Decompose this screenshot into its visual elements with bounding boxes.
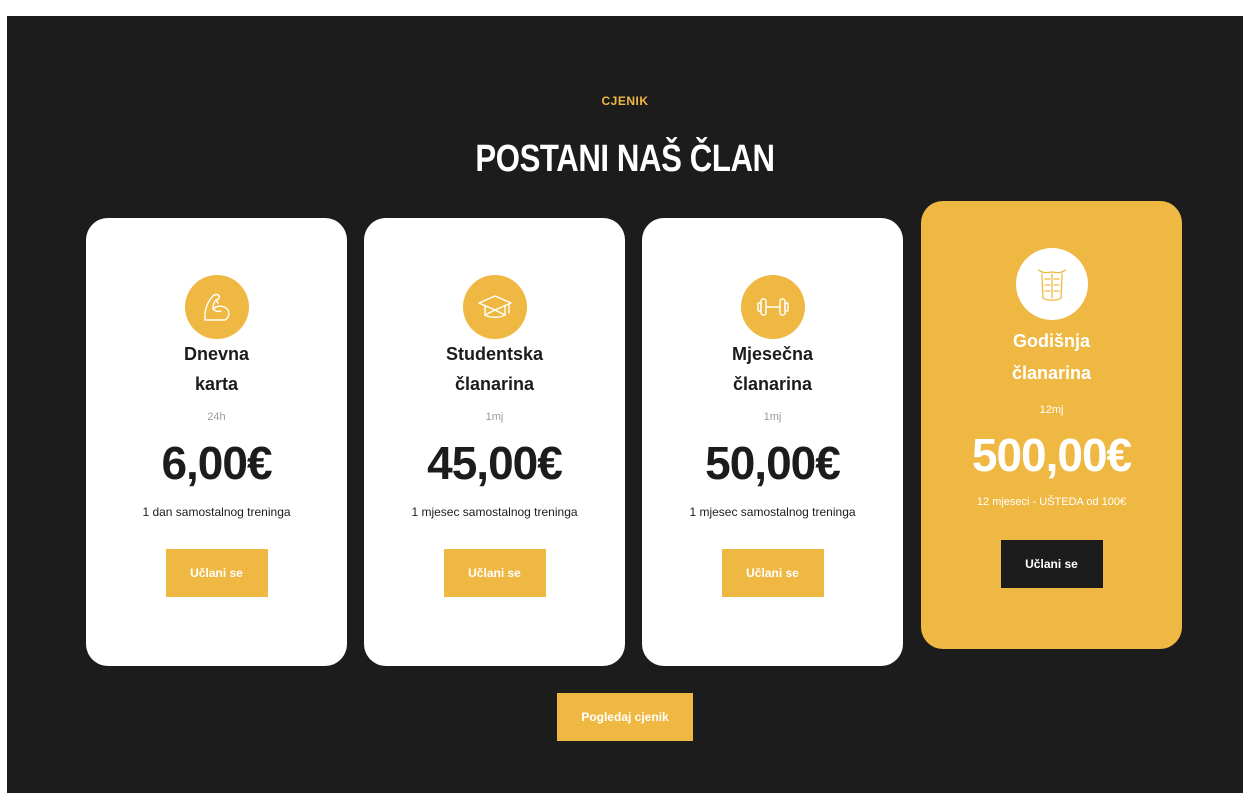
plan-title-line1: Dnevna <box>183 344 250 364</box>
plan-period: 24h <box>207 411 226 423</box>
plan-price: 50,00€ <box>705 437 841 489</box>
view-pricelist-button[interactable]: Pogledaj cjenik <box>557 693 693 741</box>
section-eyebrow: CJENIK <box>601 94 649 108</box>
plan-title-line1: Godišnja <box>1012 331 1090 351</box>
plan-title-line1: Mjesečna <box>731 344 814 364</box>
plan-card-student: Studentska članarina 1mj 45,00€ 1 mjesec… <box>364 218 625 666</box>
plan-card-monthly: Mjesečna članarina 1mj 50,00€ 1 mjesec s… <box>642 218 903 666</box>
plan-period: 1mj <box>763 411 782 423</box>
plan-period: 1mj <box>485 411 504 423</box>
flexed-arm-icon <box>184 275 249 339</box>
plan-period: 12mj <box>1039 404 1064 416</box>
plan-title-line2: članarina <box>1011 363 1092 383</box>
section-title: POSTANI NAŠ ČLAN <box>475 138 775 180</box>
plan-description: 1 mjesec samostalnog treninga <box>689 505 856 519</box>
plan-description: 1 mjesec samostalnog treninga <box>411 505 578 519</box>
plan-description: 12 mjeseci - UŠTEDA od 100€ <box>976 496 1127 508</box>
plan-price: 45,00€ <box>427 437 563 489</box>
plan-card-daily: Dnevna karta 24h 6,00€ 1 dan samostalnog… <box>86 218 347 666</box>
join-button[interactable]: Učlani se <box>443 549 546 597</box>
plan-price: 6,00€ <box>161 437 272 489</box>
plan-price: 500,00€ <box>971 429 1132 481</box>
graduation-cap-icon <box>462 275 527 339</box>
abs-torso-icon <box>1015 248 1088 320</box>
plan-title-line2: članarina <box>454 374 535 394</box>
dumbbell-icon <box>740 275 805 339</box>
join-button[interactable]: Učlani se <box>1000 540 1103 588</box>
plan-description: 1 dan samostalnog treninga <box>142 505 291 519</box>
plan-title-line1: Studentska <box>445 344 544 364</box>
pricing-section: CJENIK POSTANI NAŠ ČLAN Dnevna karta 24h… <box>7 16 1243 793</box>
join-button[interactable]: Učlani se <box>165 549 268 597</box>
plan-card-yearly: Godišnja članarina 12mj 500,00€ 12 mjese… <box>921 201 1182 649</box>
plan-title-line2: članarina <box>732 374 813 394</box>
join-button[interactable]: Učlani se <box>721 549 824 597</box>
plan-title-line2: karta <box>194 374 239 394</box>
